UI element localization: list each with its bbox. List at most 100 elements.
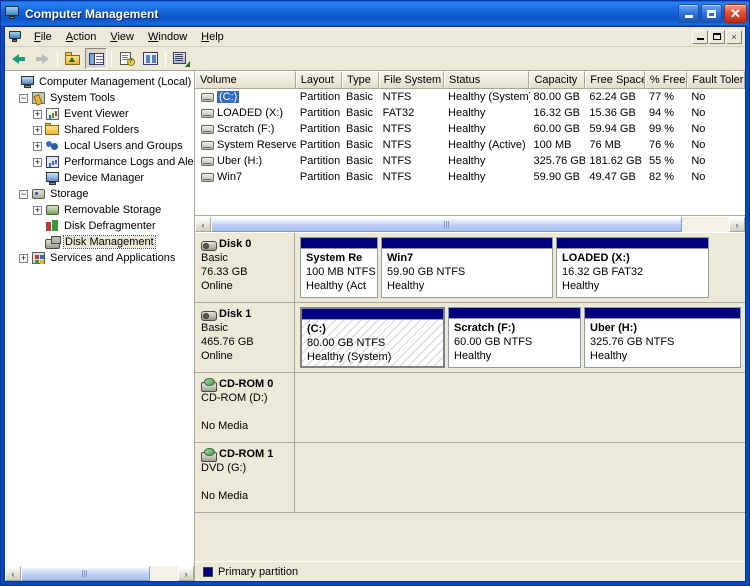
- cdrom-info-panel[interactable]: CD-ROM 0 CD-ROM (D:) No Media: [195, 373, 295, 442]
- column-header-status[interactable]: Status: [444, 71, 530, 88]
- volume-row[interactable]: Win7 Partition Basic NTFS Healthy 59.90 GB 49.…: [195, 169, 745, 185]
- collapse-icon[interactable]: −: [19, 189, 28, 199]
- up-one-level-icon[interactable]: [62, 48, 84, 69]
- properties-icon[interactable]: ?: [116, 48, 138, 69]
- tree-node-shared-folders[interactable]: + Shared Folders: [8, 122, 194, 138]
- back-icon[interactable]: [8, 48, 30, 69]
- mdi-restore-button[interactable]: [709, 29, 725, 44]
- tree-scroll-right-button[interactable]: ›: [178, 566, 194, 581]
- cdrom-row: CD-ROM 0 CD-ROM (D:) No Media: [195, 373, 745, 443]
- vollist-scroll-left-button[interactable]: ‹: [195, 217, 211, 232]
- volume-cell-filesystem: NTFS: [382, 171, 412, 183]
- column-header-free-space[interactable]: Free Space: [585, 71, 645, 88]
- minimize-button[interactable]: [678, 4, 699, 23]
- column-header-volume[interactable]: Volume: [195, 71, 296, 88]
- partition-block[interactable]: System Re 100 MB NTFS Healthy (Act: [300, 237, 378, 298]
- vollist-scroll-track[interactable]: [211, 217, 729, 232]
- tree-node-label: Storage: [50, 188, 89, 200]
- partition-block[interactable]: Scratch (F:) 60.00 GB NTFS Healthy: [448, 307, 581, 368]
- cdrom-info-panel[interactable]: CD-ROM 1 DVD (G:) No Media: [195, 443, 295, 512]
- tree-node-performance-logs-and-alerts[interactable]: + Performance Logs and Alerts: [8, 154, 194, 170]
- partition-name: System Re: [306, 252, 363, 264]
- partition-block[interactable]: LOADED (X:) 16.32 GB FAT32 Healthy: [556, 237, 709, 298]
- partition-name: Uber (H:): [590, 322, 638, 334]
- volume-row[interactable]: (C:) Partition Basic NTFS Healthy (System) 80…: [195, 89, 745, 105]
- tree-node-computer-management-local[interactable]: Computer Management (Local): [8, 74, 194, 90]
- tree-node-device-manager[interactable]: Device Manager: [8, 170, 194, 186]
- vollist-scroll-right-button[interactable]: ›: [729, 217, 745, 232]
- tree-node-removable-storage[interactable]: + Removable Storage: [8, 202, 194, 218]
- tree-node-services-and-applications[interactable]: + Services and Applications: [8, 250, 194, 266]
- volume-row[interactable]: Scratch (F:) Partition Basic NTFS Healthy 60.…: [195, 121, 745, 137]
- partition-block[interactable]: (C:) 80.00 GB NTFS Healthy (System): [300, 307, 445, 368]
- volume-list-rows[interactable]: (C:) Partition Basic NTFS Healthy (System) 80…: [195, 89, 745, 215]
- tree-node-label: System Tools: [50, 92, 116, 104]
- partition-status: Healthy: [454, 350, 492, 362]
- column-header--free[interactable]: % Free: [644, 71, 688, 88]
- cdrom-title: CD-ROM 1: [201, 447, 290, 462]
- forward-icon[interactable]: [31, 48, 53, 69]
- expand-icon[interactable]: +: [33, 157, 42, 167]
- column-header-file-system[interactable]: File System: [378, 71, 445, 88]
- tree-scroll-thumb[interactable]: [21, 566, 150, 581]
- tree-node-disk-defragmenter[interactable]: Disk Defragmenter: [8, 218, 194, 234]
- menu-help[interactable]: Help: [194, 29, 231, 45]
- drive-icon: [201, 172, 215, 183]
- expand-icon[interactable]: +: [33, 125, 42, 135]
- disk-partition-track: (C:) 80.00 GB NTFS Healthy (System) Scratch…: [295, 303, 745, 372]
- tree-node-local-users-and-groups[interactable]: + Local Users and Groups: [8, 138, 194, 154]
- expand-icon[interactable]: +: [33, 141, 42, 151]
- column-header-layout[interactable]: Layout: [295, 71, 343, 88]
- tree-scroll-track[interactable]: [21, 566, 178, 581]
- close-button[interactable]: ✕: [724, 4, 747, 23]
- menu-file[interactable]: FFileile: [27, 29, 59, 45]
- drive-icon: [201, 108, 215, 119]
- tree-node-storage[interactable]: − Storage: [8, 186, 194, 202]
- volume-list-horizontal-scrollbar[interactable]: ‹ ›: [195, 216, 745, 232]
- column-header-type[interactable]: Type: [342, 71, 379, 88]
- partition-color-bar: [382, 238, 552, 249]
- rescan-disks-icon[interactable]: [170, 48, 192, 69]
- console-icon[interactable]: [7, 29, 24, 45]
- volume-cell-filesystem: NTFS: [382, 91, 412, 103]
- expand-icon[interactable]: +: [33, 109, 42, 119]
- column-header-fault-toler[interactable]: Fault Toler: [687, 71, 745, 88]
- shared-folders-icon: [45, 122, 61, 138]
- volume-cell-filesystem: NTFS: [382, 155, 412, 167]
- maximize-button[interactable]: [701, 4, 722, 23]
- tree-node-system-tools[interactable]: − System Tools: [8, 90, 194, 106]
- tree-scroll-left-button[interactable]: ‹: [5, 566, 21, 581]
- partition-legend: Primary partition: [195, 561, 745, 581]
- cdrom-empty-track[interactable]: [295, 443, 745, 512]
- show-hide-console-tree-icon[interactable]: [85, 48, 107, 69]
- menu-window[interactable]: Window: [141, 29, 194, 45]
- expand-icon[interactable]: +: [33, 205, 42, 215]
- mdi-minimize-button[interactable]: [692, 29, 708, 44]
- volume-cell-pctfree: 82 %: [648, 171, 675, 183]
- volume-cell-pctfree: 94 %: [648, 107, 675, 119]
- tree-node-label: Event Viewer: [64, 108, 129, 120]
- vollist-scroll-thumb[interactable]: [211, 217, 683, 232]
- column-header-capacity[interactable]: Capacity: [529, 71, 586, 88]
- disk-info-panel[interactable]: Disk 0 Basic 76.33 GB Online: [195, 233, 295, 302]
- volume-cell-filesystem: FAT32: [382, 107, 415, 119]
- volume-list-header[interactable]: Volume Layout Type File System Status Capacit…: [195, 71, 745, 89]
- mdi-close-button[interactable]: ×: [726, 29, 742, 44]
- volume-row[interactable]: Uber (H:) Partition Basic NTFS Healthy 325.76…: [195, 153, 745, 169]
- graphical-disk-view[interactable]: Disk 0 Basic 76.33 GB Online System Re 100 MB…: [195, 232, 745, 561]
- partition-block[interactable]: Win7 59.90 GB NTFS Healthy: [381, 237, 553, 298]
- cdrom-empty-track[interactable]: [295, 373, 745, 442]
- console-tree[interactable]: Computer Management (Local) − System Tools…: [5, 71, 194, 565]
- collapse-icon[interactable]: −: [19, 93, 28, 103]
- partition-block[interactable]: Uber (H:) 325.76 GB NTFS Healthy: [584, 307, 741, 368]
- tree-horizontal-scrollbar[interactable]: ‹ ›: [5, 565, 194, 581]
- tree-node-disk-management[interactable]: Disk Management: [8, 234, 194, 250]
- menu-action[interactable]: Action: [59, 29, 104, 45]
- expand-icon[interactable]: +: [19, 253, 28, 263]
- volume-row[interactable]: LOADED (X:) Partition Basic FAT32 Healthy 16.…: [195, 105, 745, 121]
- menu-view[interactable]: View: [103, 29, 141, 45]
- disk-info-panel[interactable]: Disk 1 Basic 465.76 GB Online: [195, 303, 295, 372]
- tree-node-event-viewer[interactable]: + Event Viewer: [8, 106, 194, 122]
- refresh-icon[interactable]: [139, 48, 161, 69]
- volume-row[interactable]: System Reserved Partition Basic NTFS Healthy…: [195, 137, 745, 153]
